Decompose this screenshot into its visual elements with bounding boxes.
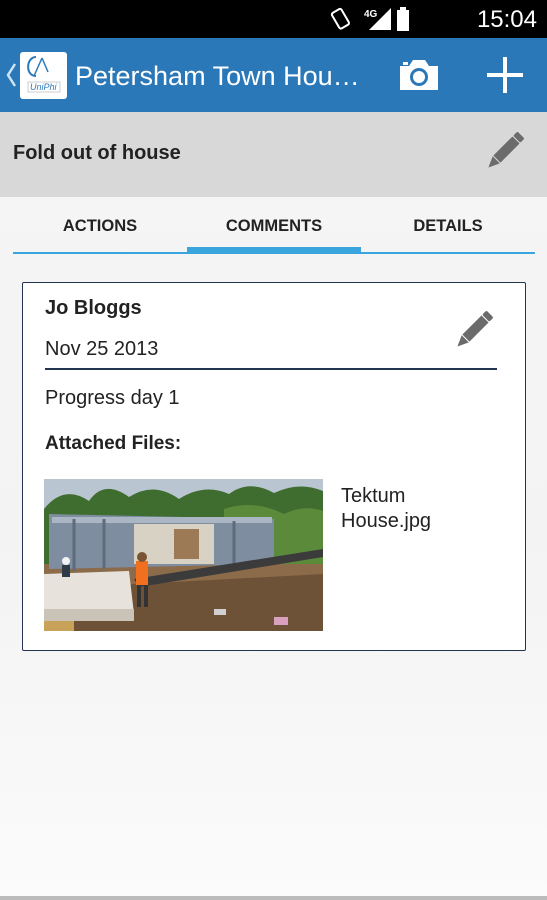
camera-icon[interactable]: [396, 54, 442, 96]
comment-card[interactable]: Jo Bloggs Nov 25 2013 Progress day 1 Att…: [22, 282, 526, 651]
rotate-icon: [330, 7, 350, 30]
divider: [45, 368, 497, 370]
comment-date: Nov 25 2013: [45, 338, 159, 360]
tab-bar: ACTIONS COMMENTS DETAILS: [13, 197, 535, 254]
battery-icon: [397, 7, 409, 31]
network-type-label: 4G: [364, 9, 378, 20]
item-header: Fold out of house: [0, 112, 547, 197]
tab-details[interactable]: DETAILS: [361, 197, 535, 252]
status-icons: 4G: [330, 7, 409, 31]
attachment-filename[interactable]: Tektum House.jpg: [341, 484, 461, 534]
status-bar: 4G 15:04: [0, 0, 547, 38]
tab-comments[interactable]: COMMENTS: [187, 197, 361, 252]
project-title: Petersham Town Hou…: [75, 61, 360, 91]
attached-files-label: Attached Files:: [45, 433, 182, 454]
edit-item-pencil-icon[interactable]: [482, 130, 526, 174]
construction-photo: [44, 479, 323, 631]
item-title: Fold out of house: [13, 142, 181, 164]
add-icon[interactable]: [482, 52, 528, 98]
clock: 15:04: [476, 6, 537, 33]
edit-comment-pencil-icon[interactable]: [451, 309, 495, 353]
attachment-thumbnail[interactable]: [44, 479, 323, 631]
bottom-edge: [0, 896, 547, 900]
app-logo[interactable]: UniPhi: [20, 52, 67, 99]
comment-text: Progress day 1: [45, 387, 180, 409]
action-bar: UniPhi Petersham Town Hou…: [0, 38, 547, 112]
back-chevron-icon[interactable]: [5, 62, 17, 88]
comment-author: Jo Bloggs: [45, 297, 142, 319]
logo-text: UniPhi: [30, 82, 58, 92]
logo-mark: UniPhi: [27, 56, 61, 93]
tab-actions[interactable]: ACTIONS: [13, 197, 187, 252]
